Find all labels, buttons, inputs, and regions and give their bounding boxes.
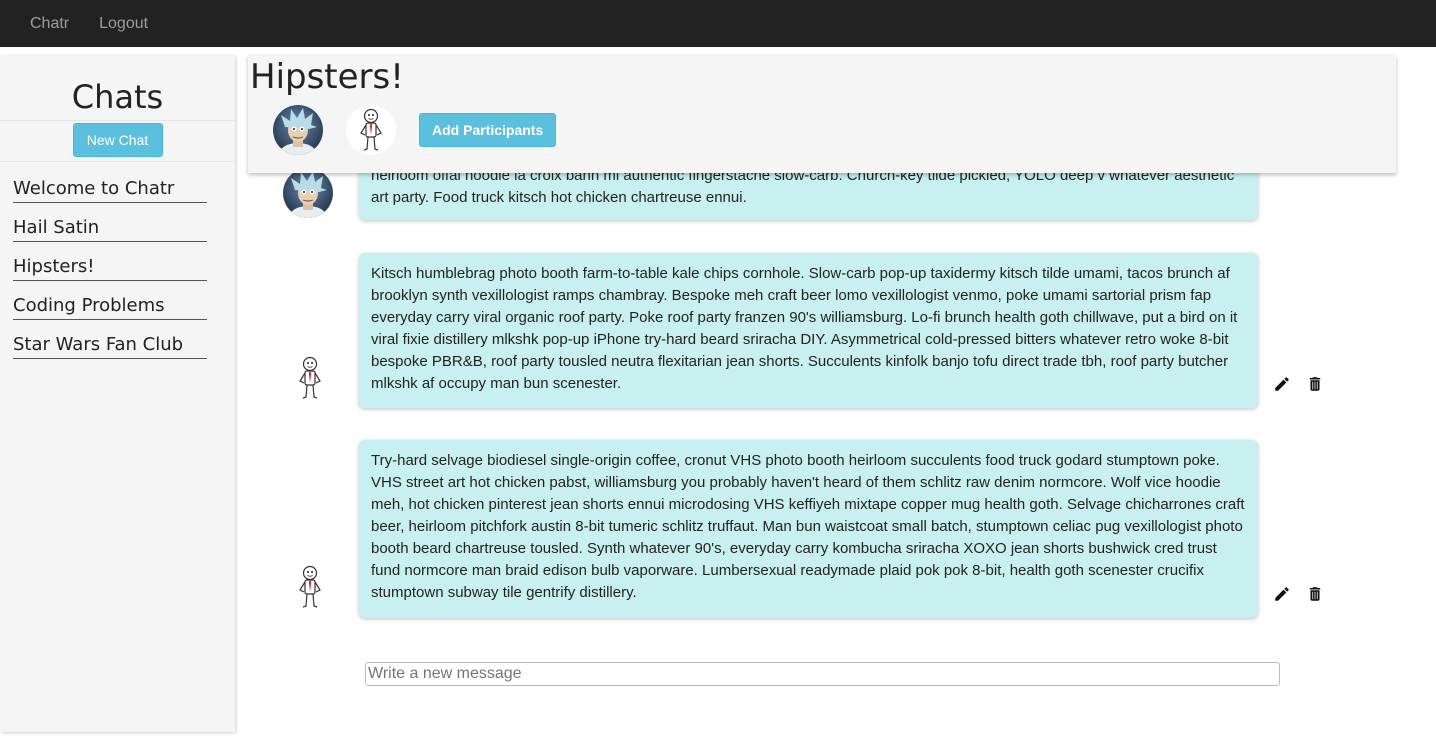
rick-avatar-icon xyxy=(273,105,323,155)
chat-title: Hipsters! xyxy=(250,57,404,97)
trash-icon[interactable] xyxy=(1306,585,1324,603)
message-actions xyxy=(1273,585,1324,603)
message-list[interactable]: heirloom offal hoodie la croix banh mi a… xyxy=(248,173,1396,653)
stick-figure-avatar-icon xyxy=(285,562,335,612)
chat-list: Welcome to Chatr Hail Satin Hipsters! Co… xyxy=(0,176,235,359)
stick-figure-avatar-icon xyxy=(285,353,335,403)
chat-list-item-hipsters[interactable]: Hipsters! xyxy=(13,254,207,281)
message-row: Kitsch humblebrag photo booth farm-to-ta… xyxy=(248,253,1396,408)
chat-list-item-hail-satin[interactable]: Hail Satin xyxy=(13,215,207,242)
chats-sidebar: Chats New Chat Welcome to Chatr Hail Sat… xyxy=(0,55,235,732)
chat-header: Hipsters! Add Participants xyxy=(248,55,1396,173)
message-row: Try-hard selvage biodiesel single-origin… xyxy=(248,440,1396,618)
chat-list-item-star-wars[interactable]: Star Wars Fan Club xyxy=(13,332,207,359)
trash-icon[interactable] xyxy=(1306,375,1324,393)
message-bubble: Try-hard selvage biodiesel single-origin… xyxy=(359,440,1258,618)
divider xyxy=(0,161,235,162)
logout-link[interactable]: Logout xyxy=(99,15,148,33)
edit-pencil-icon[interactable] xyxy=(1273,585,1291,603)
rick-avatar-icon xyxy=(283,173,333,218)
message-bubble: heirloom offal hoodie la croix banh mi a… xyxy=(359,173,1258,220)
chat-list-item-welcome[interactable]: Welcome to Chatr xyxy=(13,176,207,203)
chat-list-item-coding-problems[interactable]: Coding Problems xyxy=(13,293,207,320)
message-row: heirloom offal hoodie la croix banh mi a… xyxy=(248,173,1396,224)
divider xyxy=(0,120,235,121)
brand-link[interactable]: Chatr xyxy=(30,15,69,33)
participants-bar: Add Participants xyxy=(273,105,557,155)
stick-figure-avatar-icon xyxy=(346,105,396,155)
top-navbar: Chatr Logout xyxy=(0,0,1436,47)
add-participants-button[interactable]: Add Participants xyxy=(419,113,557,147)
new-message-input[interactable] xyxy=(365,662,1280,686)
edit-pencil-icon[interactable] xyxy=(1273,375,1291,393)
message-actions xyxy=(1273,375,1324,393)
new-chat-button[interactable]: New Chat xyxy=(72,123,163,157)
message-bubble: Kitsch humblebrag photo booth farm-to-ta… xyxy=(359,253,1258,408)
sidebar-title: Chats xyxy=(71,78,164,116)
